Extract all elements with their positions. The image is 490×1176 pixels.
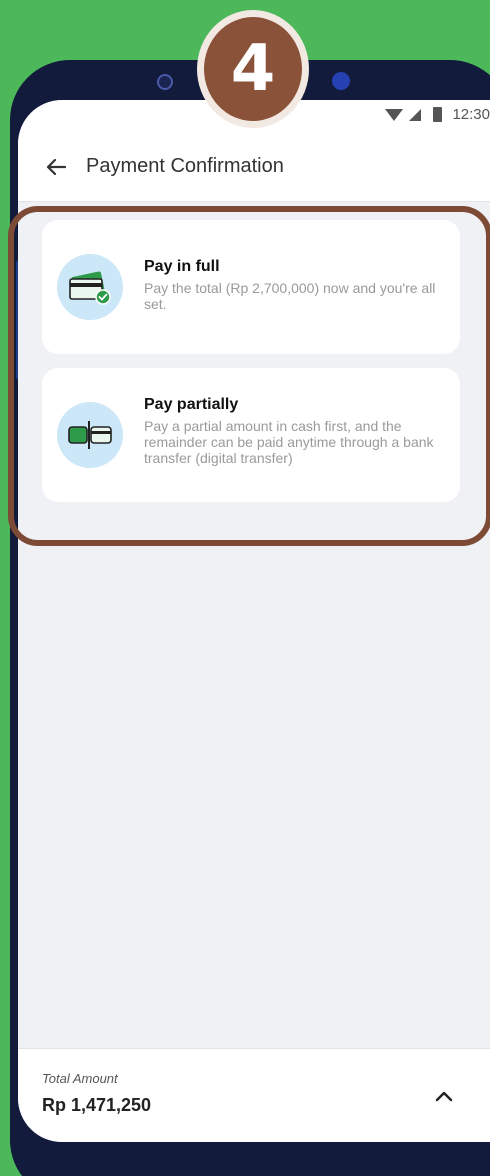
front-camera xyxy=(157,74,173,90)
option-text: Pay partially Pay a partial amount in ca… xyxy=(144,396,446,466)
option-description: Pay a partial amount in cash first, and … xyxy=(144,418,434,466)
pay-partially-option[interactable]: Pay partially Pay a partial amount in ca… xyxy=(42,368,460,502)
step-badge: 4 xyxy=(197,10,309,128)
total-amount-bar[interactable]: Total Amount Rp 1,471,250 xyxy=(18,1048,490,1142)
wifi-icon xyxy=(385,108,404,121)
phone-screen: 12:30 Payment Confirmation Pay in full P… xyxy=(18,100,490,1142)
battery-icon xyxy=(433,107,443,122)
back-arrow-icon[interactable] xyxy=(44,155,68,179)
signal-icon xyxy=(409,108,422,121)
option-description: Pay the total (Rp 2,700,000) now and you… xyxy=(144,280,436,312)
pay-in-full-option[interactable]: Pay in full Pay the total (Rp 2,700,000)… xyxy=(42,220,460,354)
option-title: Pay partially xyxy=(144,396,239,413)
total-amount-value: Rp 1,471,250 xyxy=(42,1095,152,1115)
option-text: Pay in full Pay the total (Rp 2,700,000)… xyxy=(144,258,446,312)
credit-card-check-icon xyxy=(57,254,123,320)
status-time: 12:30 xyxy=(452,106,490,123)
split-payment-icon xyxy=(57,402,123,468)
app-bar: Payment Confirmation xyxy=(18,132,490,202)
page-title: Payment Confirmation xyxy=(86,155,284,177)
status-icons: 12:30 xyxy=(385,106,490,123)
total-amount-label: Total Amount xyxy=(42,1071,118,1086)
front-sensor xyxy=(332,72,350,90)
chevron-up-icon[interactable] xyxy=(434,1089,454,1103)
step-number: 4 xyxy=(204,17,302,121)
option-title: Pay in full xyxy=(144,258,220,275)
